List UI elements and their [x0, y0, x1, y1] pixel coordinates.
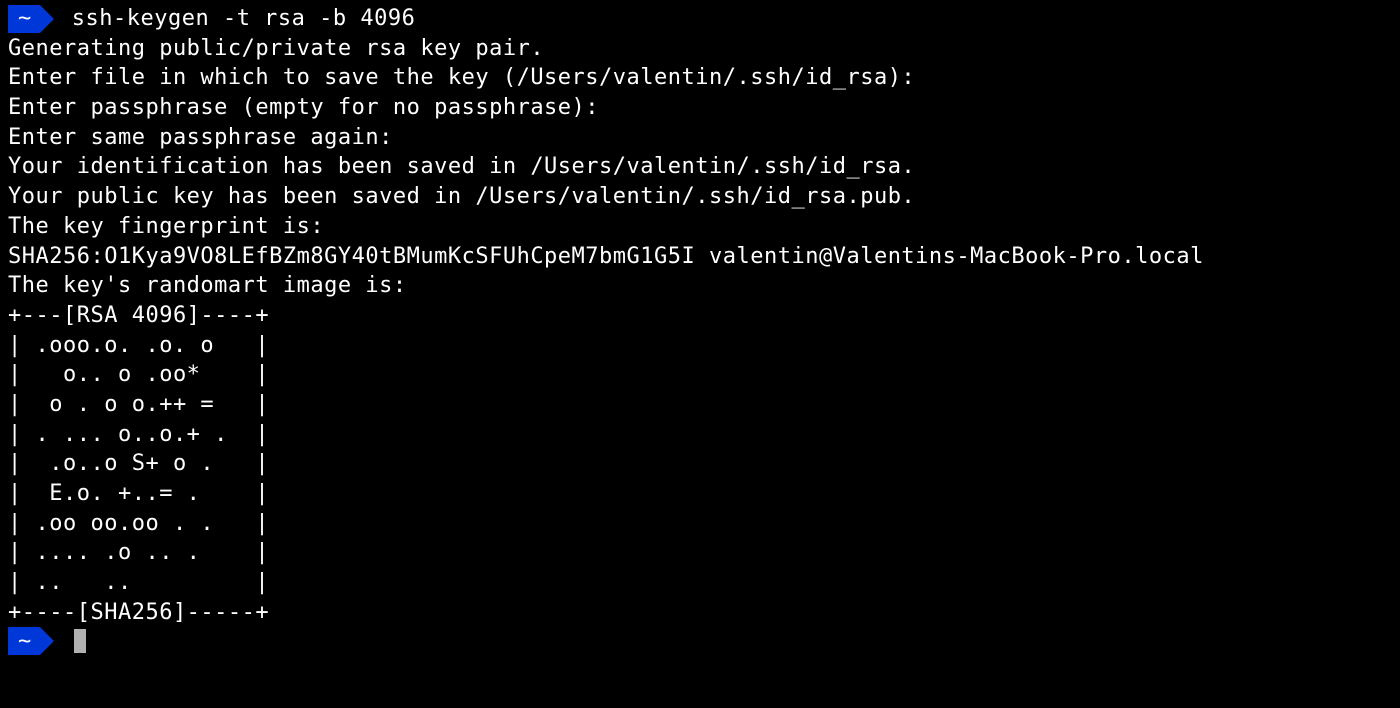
output-line: The key fingerprint is: [8, 212, 1392, 242]
prompt-line-2[interactable]: ~ [8, 627, 1392, 655]
randomart-line: | .... .o .. . | [8, 538, 1392, 568]
output-line: Enter file in which to save the key (/Us… [8, 63, 1392, 93]
randomart-line: | .ooo.o. .o. o | [8, 331, 1392, 361]
randomart-line: | E.o. +..= . | [8, 479, 1392, 509]
randomart-line: +----[SHA256]-----+ [8, 598, 1392, 628]
prompt-path: ~ [8, 627, 40, 655]
arrow-icon [40, 5, 54, 33]
arrow-icon [40, 627, 54, 655]
randomart-line: | .. .. | [8, 568, 1392, 598]
output-line: Your public key has been saved in /Users… [8, 182, 1392, 212]
output-line: Your identification has been saved in /U… [8, 152, 1392, 182]
output-line: Enter passphrase (empty for no passphras… [8, 93, 1392, 123]
randomart-line: | o . o o.++ = | [8, 390, 1392, 420]
prompt-path: ~ [8, 5, 40, 33]
randomart-line: | .oo oo.oo . . | [8, 509, 1392, 539]
randomart-line: +---[RSA 4096]----+ [8, 301, 1392, 331]
cursor [74, 629, 86, 653]
command-text: ssh-keygen -t rsa -b 4096 [72, 4, 416, 34]
output-line: The key's randomart image is: [8, 271, 1392, 301]
prompt-indicator: ~ [8, 5, 54, 33]
output-line: SHA256:O1Kya9VO8LEfBZm8GY40tBMumKcSFUhCp… [8, 242, 1392, 272]
prompt-indicator: ~ [8, 627, 54, 655]
randomart-line: | .o..o S+ o . | [8, 449, 1392, 479]
output-line: Enter same passphrase again: [8, 123, 1392, 153]
prompt-line-1[interactable]: ~ ssh-keygen -t rsa -b 4096 [8, 4, 1392, 34]
randomart-line: | . ... o..o.+ . | [8, 420, 1392, 450]
randomart-line: | o.. o .oo* | [8, 360, 1392, 390]
output-line: Generating public/private rsa key pair. [8, 34, 1392, 64]
